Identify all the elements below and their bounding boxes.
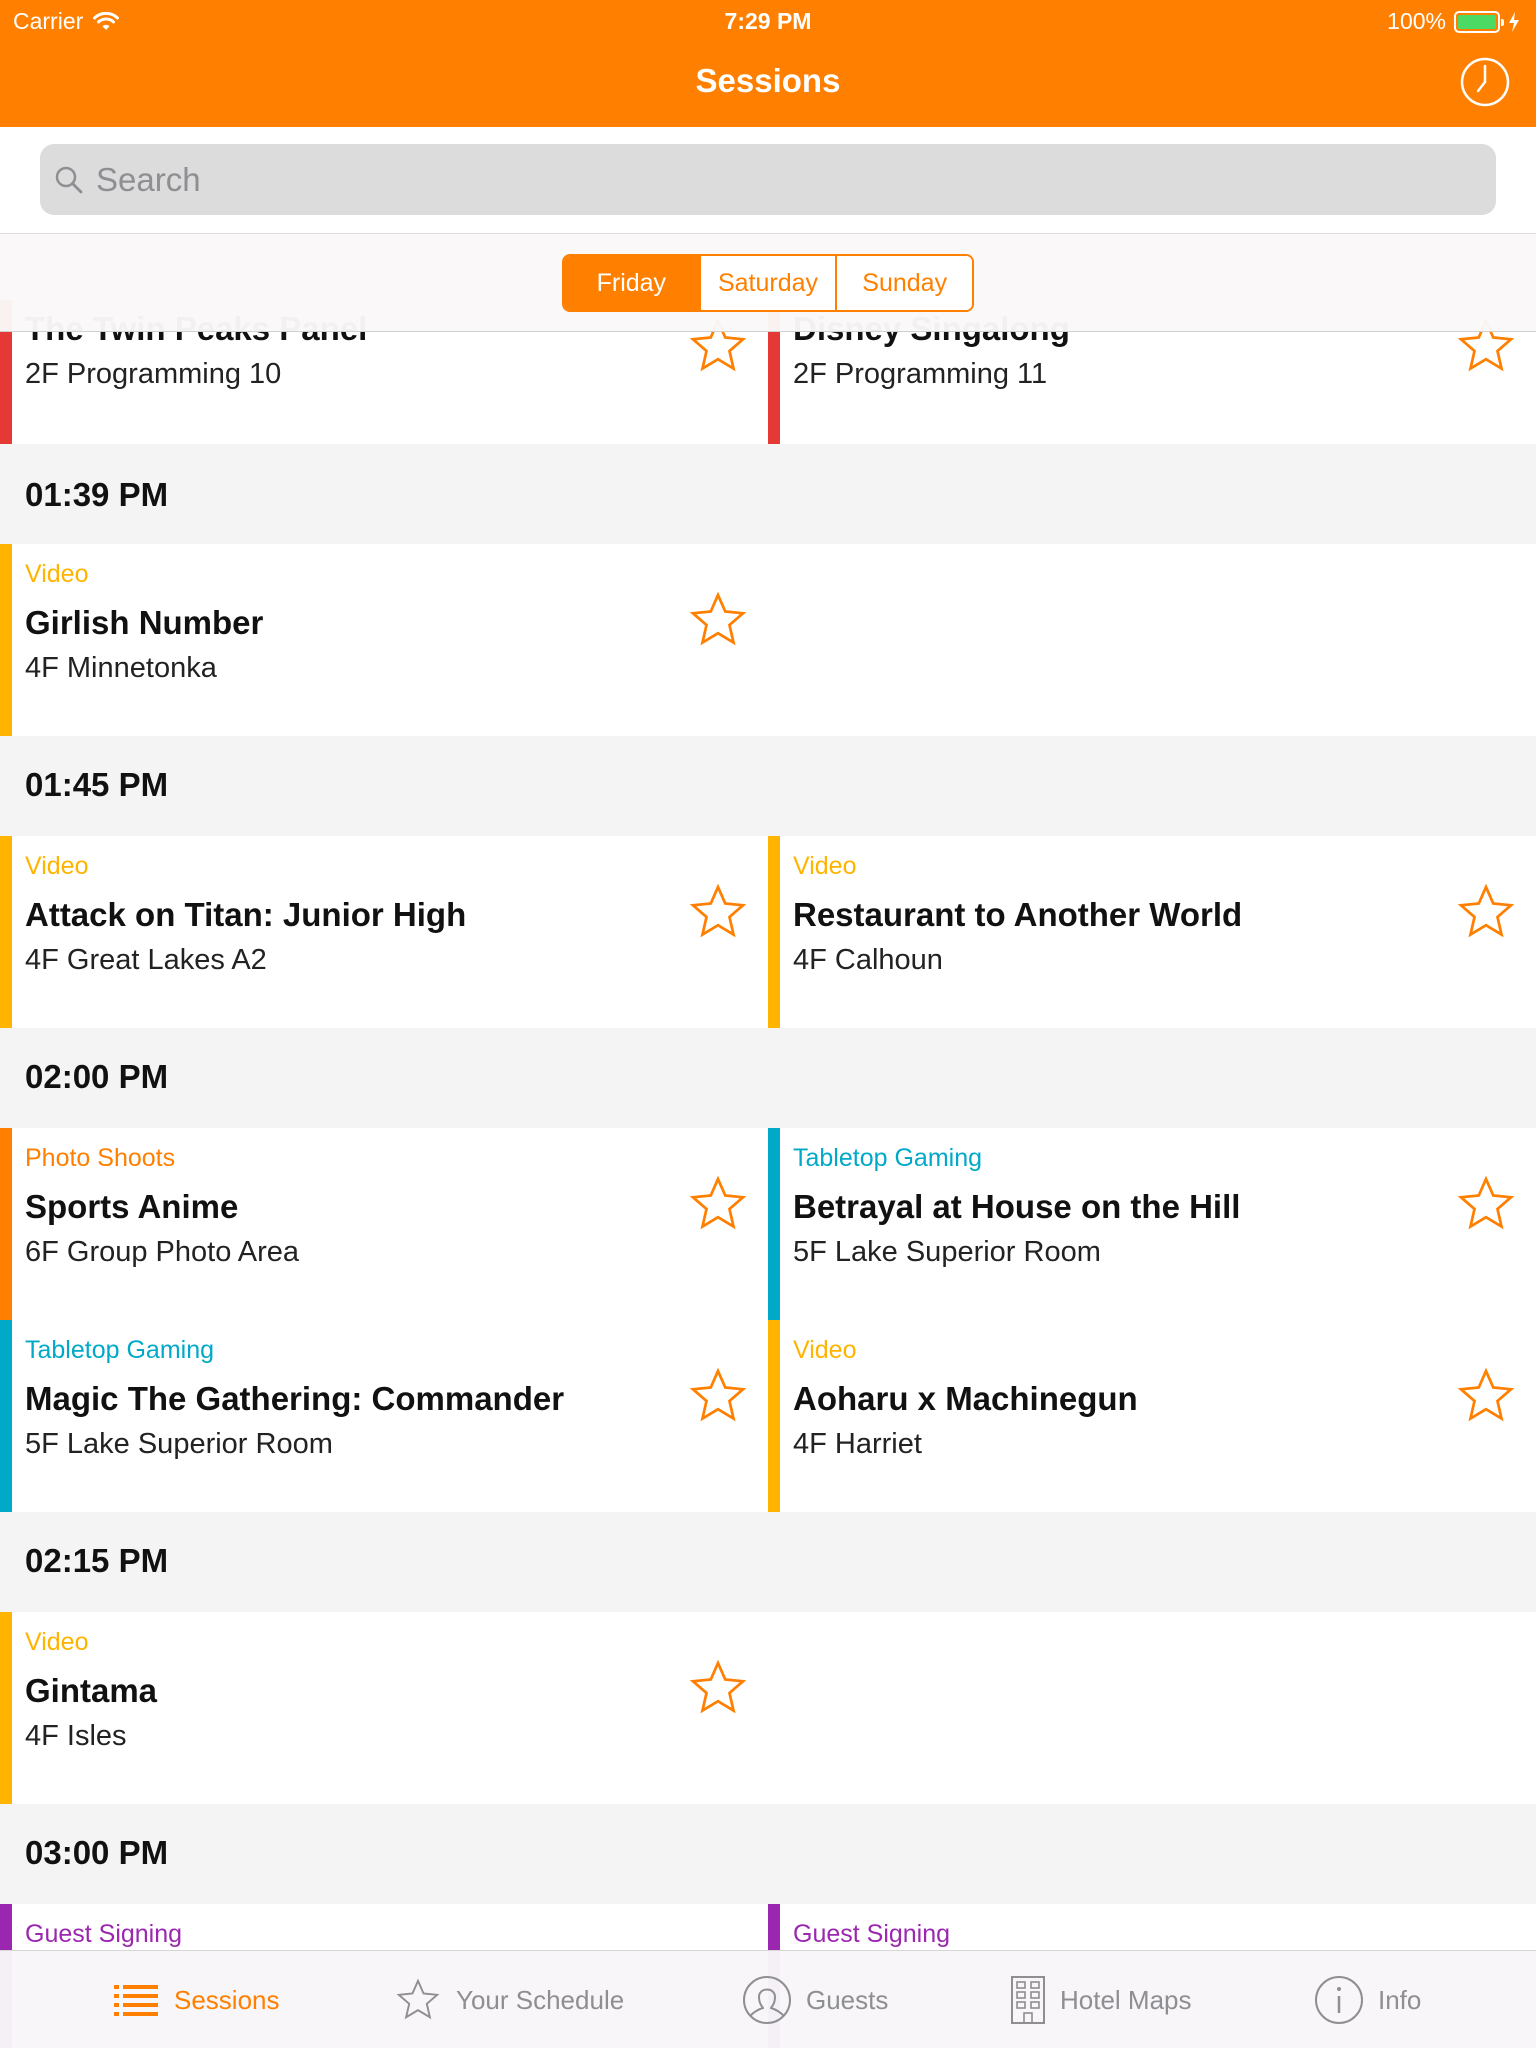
star-icon[interactable]: [1456, 1366, 1516, 1426]
session-title: Sports Anime: [25, 1188, 239, 1225]
session-cell[interactable]: Video Gintama 4F Isles: [0, 1612, 768, 1804]
star-icon[interactable]: [688, 590, 748, 650]
session-category: Tabletop Gaming: [793, 1144, 983, 1172]
search-input[interactable]: [96, 160, 1396, 199]
star-icon[interactable]: [688, 1174, 748, 1234]
session-room: 4F Calhoun: [793, 944, 943, 976]
session-room: 5F Lake Superior Room: [793, 1236, 1101, 1268]
search-field[interactable]: [40, 144, 1496, 215]
session-cell[interactable]: Video Restaurant to Another World 4F Cal…: [768, 836, 1536, 1028]
time-section-header: 01:39 PM: [0, 446, 1536, 544]
session-category: Guest Signing: [25, 1920, 183, 1948]
person-icon: [743, 1976, 791, 2024]
star-icon[interactable]: [1456, 882, 1516, 942]
time-section-header: 03:00 PM: [0, 1804, 1536, 1902]
app-window: The Twin Peaks Panel 2F Programming 10 D…: [0, 0, 1536, 2048]
session-room: 4F Isles: [25, 1720, 127, 1752]
time-section-header: 02:15 PM: [0, 1512, 1536, 1610]
session-cell[interactable]: Tabletop Gaming Magic The Gathering: Com…: [0, 1320, 768, 1512]
category-color-bar: [0, 544, 12, 736]
category-color-bar: [768, 836, 780, 1028]
list-icon: [114, 1985, 158, 2016]
status-bar: Carrier 7:29 PM 100%: [0, 0, 1536, 40]
time-section-header: 01:45 PM: [0, 736, 1536, 834]
session-cell[interactable]: Tabletop Gaming Betrayal at House on the…: [768, 1128, 1536, 1320]
star-icon[interactable]: [688, 1658, 748, 1718]
segment-friday[interactable]: Friday: [564, 256, 699, 310]
session-room: 4F Great Lakes A2: [25, 944, 267, 976]
category-color-bar: [0, 1320, 12, 1512]
battery-percent: 100%: [1387, 8, 1446, 34]
session-room: 4F Minnetonka: [25, 652, 217, 684]
session-room: 2F Programming 10: [25, 358, 282, 390]
tab-label: Sessions: [174, 1984, 280, 2015]
session-category: Video: [25, 560, 89, 588]
search-bar: [0, 127, 1536, 234]
segment-saturday[interactable]: Saturday: [698, 256, 836, 310]
category-color-bar: [768, 1128, 780, 1320]
star-icon[interactable]: [1456, 1174, 1516, 1234]
tab-label: Info: [1378, 1984, 1422, 2015]
empty-cell: [768, 544, 1536, 736]
session-title: Aoharu x Machinegun: [793, 1380, 1138, 1417]
segment-sunday[interactable]: Sunday: [835, 256, 972, 310]
session-category: Video: [25, 852, 89, 880]
tab-label: Hotel Maps: [1060, 1984, 1192, 2015]
navigation-bar: Carrier 7:29 PM 100% Sessions: [0, 0, 1536, 127]
tab-info[interactable]: Info: [1314, 1951, 1421, 2048]
tab-your-schedule[interactable]: Your Schedule: [394, 1951, 624, 2048]
time-section-header: 02:00 PM: [0, 1028, 1536, 1126]
session-title: Attack on Titan: Junior High: [25, 896, 467, 933]
tab-label: Guests: [806, 1984, 889, 2015]
clock-icon[interactable]: [1460, 57, 1510, 107]
session-cell[interactable]: Video Aoharu x Machinegun 4F Harriet: [768, 1320, 1536, 1512]
charging-bolt-icon: [1509, 11, 1519, 32]
category-color-bar: [768, 1320, 780, 1512]
status-time: 7:29 PM: [724, 8, 812, 34]
session-room: 2F Programming 11: [793, 358, 1048, 390]
session-title: Betrayal at House on the Hill: [793, 1188, 1241, 1225]
search-icon: [55, 166, 83, 193]
session-title: Girlish Number: [25, 604, 264, 641]
session-room: 6F Group Photo Area: [25, 1236, 300, 1268]
session-category: Tabletop Gaming: [25, 1336, 215, 1364]
day-segmented-control[interactable]: Friday Saturday Sunday: [562, 254, 974, 312]
session-title: Restaurant to Another World: [793, 896, 1243, 933]
category-color-bar: [0, 836, 12, 1028]
session-cell[interactable]: Video Girlish Number 4F Minnetonka: [0, 544, 768, 736]
tab-bar: Sessions Your Schedule Guests Hotel Maps: [0, 1950, 1536, 2048]
session-cell[interactable]: Photo Shoots Sports Anime 6F Group Photo…: [0, 1128, 768, 1320]
building-icon: [1011, 1976, 1045, 2024]
session-title: Magic The Gathering: Commander: [25, 1380, 565, 1417]
star-icon[interactable]: [688, 882, 748, 942]
session-category: Video: [25, 1628, 89, 1656]
empty-cell: [768, 1612, 1536, 1804]
info-icon: [1315, 1976, 1363, 2024]
session-category: Photo Shoots: [25, 1144, 176, 1172]
tab-sessions[interactable]: Sessions: [112, 1951, 280, 2048]
star-icon: [396, 1978, 440, 2020]
star-icon[interactable]: [688, 1366, 748, 1426]
tab-guests[interactable]: Guests: [742, 1951, 888, 2048]
category-color-bar: [0, 1128, 12, 1320]
session-cell[interactable]: Video Attack on Titan: Junior High 4F Gr…: [0, 836, 768, 1028]
session-category: Video: [793, 852, 857, 880]
session-room: 5F Lake Superior Room: [25, 1428, 333, 1460]
tab-hotel-maps[interactable]: Hotel Maps: [1010, 1951, 1192, 2048]
session-category: Video: [793, 1336, 857, 1364]
battery-icon: [1454, 10, 1504, 33]
tab-label: Your Schedule: [456, 1984, 625, 2015]
session-title: Gintama: [25, 1672, 158, 1709]
category-color-bar: [0, 1612, 12, 1804]
page-title: Sessions: [695, 62, 841, 99]
session-room: 4F Harriet: [793, 1428, 922, 1460]
day-filter-bar: Friday Saturday Sunday: [0, 234, 1536, 332]
session-category: Guest Signing: [793, 1920, 951, 1948]
